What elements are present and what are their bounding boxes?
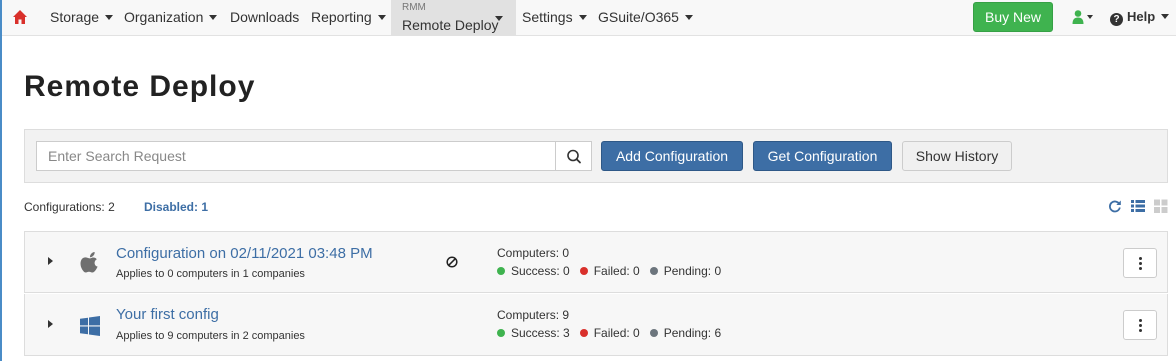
kebab-dot-icon [1139, 329, 1142, 332]
list-view-icon[interactable] [1131, 199, 1145, 213]
buy-new-button[interactable]: Buy New [973, 2, 1053, 32]
success-count: Success: 3 [511, 326, 570, 340]
search-panel: Add Configuration Get Configuration Show… [24, 129, 1168, 183]
nav-storage-label: Storage [50, 9, 100, 25]
show-history-button[interactable]: Show History [902, 141, 1012, 171]
nav-settings[interactable]: Settings [522, 0, 587, 36]
page-title: Remote Deploy [24, 70, 256, 103]
pending-dot-icon [649, 329, 658, 337]
failed-count: Failed: 0 [593, 264, 640, 278]
actions-menu-button[interactable] [1123, 248, 1157, 278]
help-label: Help [1127, 9, 1156, 24]
config-name-link[interactable]: Your first config [116, 305, 219, 325]
config-applies-text: Applies to 9 computers in 2 companies [116, 330, 305, 342]
nav-remote-deploy[interactable]: RMM Remote Deploy [391, 0, 516, 36]
expand-arrow-icon[interactable] [48, 320, 53, 328]
kebab-dot-icon [1139, 257, 1142, 260]
nav-gsuite-label: GSuite/O365 [598, 9, 679, 25]
help-menu[interactable]: ? Help [1110, 0, 1170, 34]
configurations-count: 2 [108, 200, 115, 214]
failed-dot-icon [579, 267, 588, 275]
caret-down-icon [377, 14, 386, 20]
caret-down-icon [684, 14, 693, 20]
caret-down-icon [1161, 14, 1170, 20]
search-icon [567, 149, 581, 164]
status-row: Success: 0 Failed: 0 Pending: 0 [497, 264, 731, 278]
nav-organization[interactable]: Organization [124, 0, 218, 36]
configurations-stat: Configurations: 2 [24, 200, 115, 214]
refresh-icon[interactable] [1108, 199, 1122, 213]
config-applies-text: Applies to 0 computers in 1 companies [116, 268, 305, 280]
apple-icon [80, 252, 98, 273]
failed-dot-icon [579, 329, 588, 337]
search-button[interactable] [555, 141, 592, 171]
status-row: Success: 3 Failed: 0 Pending: 6 [497, 326, 731, 340]
config-card: Your first config Applies to 9 computers… [24, 294, 1168, 356]
caret-down-icon [578, 14, 587, 20]
success-count: Success: 0 [511, 264, 570, 278]
search-input[interactable] [36, 141, 556, 171]
computers-count: Computers: 9 [497, 308, 570, 322]
nav-storage[interactable]: Storage [50, 0, 114, 36]
windows-icon [80, 316, 100, 336]
configurations-label: Configurations: [24, 200, 105, 214]
failed-count: Failed: 0 [593, 326, 640, 340]
kebab-dot-icon [1139, 319, 1142, 322]
disabled-count: 1 [201, 200, 209, 214]
help-icon: ? [1110, 13, 1123, 26]
kebab-dot-icon [1139, 324, 1142, 327]
pending-count: Pending: 6 [663, 326, 722, 340]
get-configuration-button[interactable]: Get Configuration [753, 141, 892, 171]
add-configuration-button[interactable]: Add Configuration [601, 141, 743, 171]
user-menu-icon[interactable] [1072, 9, 1098, 25]
caret-down-icon [495, 16, 503, 21]
nav-remote-deploy-label: Remote Deploy [402, 17, 499, 33]
success-dot-icon [497, 329, 505, 337]
disabled-icon [446, 256, 458, 268]
kebab-dot-icon [1139, 262, 1142, 265]
disabled-label: Disabled: [144, 200, 199, 214]
caret-down-icon [209, 14, 218, 20]
pending-dot-icon [649, 267, 658, 275]
top-navbar: Storage Organization Downloads Reporting… [2, 0, 1176, 36]
config-card: Configuration on 02/11/2021 03:48 PM App… [24, 231, 1168, 293]
expand-arrow-icon[interactable] [48, 257, 53, 265]
computers-count: Computers: 0 [497, 246, 570, 260]
home-icon[interactable] [12, 9, 28, 25]
actions-menu-button[interactable] [1123, 310, 1157, 340]
nav-downloads[interactable]: Downloads [230, 0, 299, 36]
nav-settings-label: Settings [522, 9, 573, 25]
grid-view-icon[interactable] [1154, 199, 1168, 213]
success-dot-icon [497, 267, 505, 275]
caret-down-icon [105, 14, 114, 20]
nav-downloads-label: Downloads [230, 9, 300, 25]
nav-reporting[interactable]: Reporting [311, 0, 386, 36]
nav-remote-deploy-sublabel: RMM [402, 2, 426, 13]
nav-reporting-label: Reporting [311, 9, 372, 25]
kebab-dot-icon [1139, 267, 1142, 270]
nav-gsuite[interactable]: GSuite/O365 [598, 0, 693, 36]
disabled-stat-link[interactable]: Disabled: 1 [144, 200, 208, 214]
config-name-link[interactable]: Configuration on 02/11/2021 03:48 PM [116, 244, 373, 264]
pending-count: Pending: 0 [663, 264, 722, 278]
nav-organization-label: Organization [124, 9, 204, 25]
